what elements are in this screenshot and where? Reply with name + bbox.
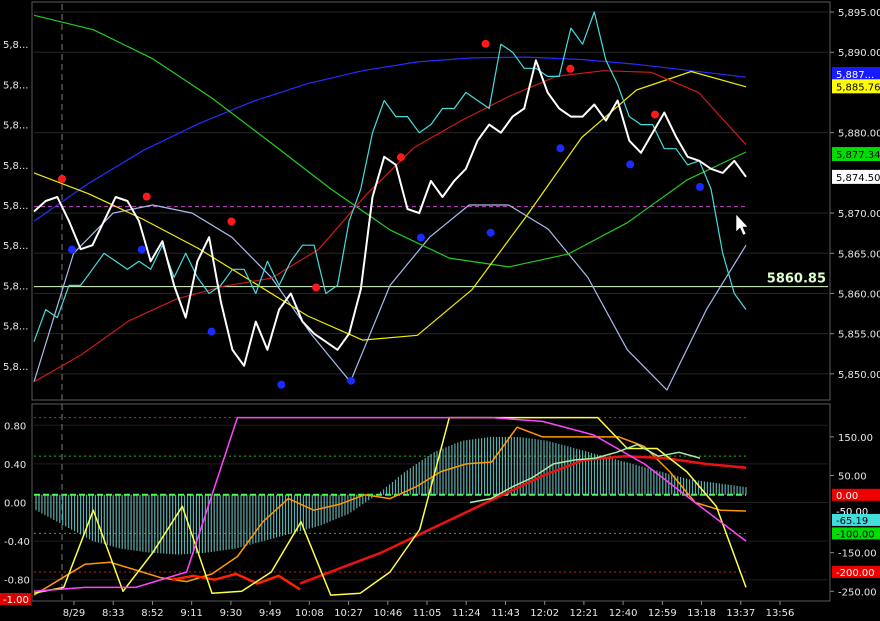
time-axis-label: 11:24 [452, 608, 481, 619]
time-axis-label: 10:27 [334, 608, 363, 619]
right-axis-price-label: 5,860.00 [838, 289, 880, 300]
red-signal-dot [142, 192, 151, 201]
indicator-marker-label: -65.19 [836, 516, 868, 527]
left-axis-indicator-label: -0.80 [4, 576, 30, 587]
right-axis-price-label: 5,890.00 [838, 48, 880, 59]
left-axis-indicator-label: -0.40 [4, 537, 30, 548]
indicator-marker-label: 0.00 [836, 491, 858, 502]
blue-signal-dot [416, 233, 425, 242]
blue-signal-dot [347, 376, 356, 385]
time-axis-label: 11:05 [413, 608, 442, 619]
red-signal-dot [566, 64, 575, 73]
time-axis-label: 13:18 [687, 608, 716, 619]
left-axis-indicator-label: 0.00 [4, 499, 26, 510]
blue-signal-dot [207, 327, 216, 336]
left-axis-price-label: 5,8... [3, 362, 28, 373]
indicator-marker-label: -200.00 [836, 568, 875, 579]
right-axis-price-label: 5,870.00 [838, 209, 880, 220]
red-signal-dot [396, 153, 405, 162]
blue-signal-dot [696, 182, 704, 191]
left-axis-price-label: 5,8... [3, 322, 28, 333]
time-axis-label: 8:33 [102, 608, 124, 619]
time-axis-label: 10:08 [295, 608, 324, 619]
blue-signal-dot [137, 245, 146, 254]
time-axis-label: 12:59 [648, 608, 677, 619]
red-signal-dot [651, 110, 659, 119]
chart: 5,8... 5,8... 5,8... 5,8... 5,8... 5,8... 5,8.… [0, 0, 880, 621]
left-axis-price-label: 5,8... [3, 40, 28, 51]
left-axis-price-label: 5,8... [3, 281, 28, 292]
left-axis-price-label: 5,8... [3, 241, 28, 252]
price-marker-label: 5,877.34 [836, 150, 880, 161]
left-axis-indicator-label: 0.40 [4, 460, 26, 471]
left-axis-price-label: 5,8... [3, 161, 28, 172]
left-axis-price-label: 5,8... [3, 80, 28, 91]
red-signal-dot [58, 174, 66, 183]
time-axis-label: 13:37 [726, 608, 755, 619]
blue-signal-dot [68, 245, 76, 254]
time-axis-label: 9:49 [259, 608, 281, 619]
right-axis-price-label: 5,850.00 [838, 370, 880, 381]
right-axis-price-label: 5,895.00 [838, 8, 880, 19]
blue-signal-dot [556, 144, 565, 153]
left-axis-price-label: 5,8... [3, 121, 28, 132]
blue-signal-dot [486, 228, 495, 237]
indicator-marker-label: -100.00 [836, 529, 875, 540]
red-signal-dot [481, 39, 490, 48]
time-axis-label: 9:11 [180, 608, 202, 619]
horizontal-level-label: 5860.85 [767, 272, 826, 287]
time-axis-label: 12:21 [569, 608, 598, 619]
right-axis-price-label: 5,865.00 [838, 249, 880, 260]
time-axis-label: 13:56 [766, 608, 795, 619]
right-axis-indicator-label: -250.00 [838, 587, 877, 598]
right-axis-indicator-label: 150.00 [838, 433, 873, 444]
left-axis-marker-label: -1.00 [3, 595, 29, 606]
red-signal-dot [312, 283, 321, 292]
blue-signal-dot [626, 160, 635, 169]
right-axis-price-label: 5,880.00 [838, 129, 880, 140]
left-axis-indicator-label: 0.80 [4, 421, 26, 432]
time-axis-label: 12:40 [609, 608, 638, 619]
time-axis-label: 10:46 [373, 608, 402, 619]
time-axis-label: 11:43 [491, 608, 520, 619]
price-marker-label: 5,885.76 [836, 82, 880, 93]
blue-signal-dot [277, 380, 286, 389]
price-marker-label: 5,887... [836, 70, 874, 81]
time-axis-label: 9:30 [220, 608, 242, 619]
background [0, 0, 880, 621]
right-axis-indicator-label: 50.00 [838, 471, 867, 482]
time-axis-label: 12:02 [530, 608, 559, 619]
left-axis-price-label: 5,8... [3, 201, 28, 212]
time-axis-label: 8:52 [141, 608, 163, 619]
right-axis-indicator-label: -150.00 [838, 549, 877, 560]
price-marker-label: 5,874.50 [836, 173, 880, 184]
right-axis-price-label: 5,855.00 [838, 330, 880, 341]
time-axis-label: 8/29 [63, 608, 85, 619]
red-signal-dot [227, 217, 236, 226]
